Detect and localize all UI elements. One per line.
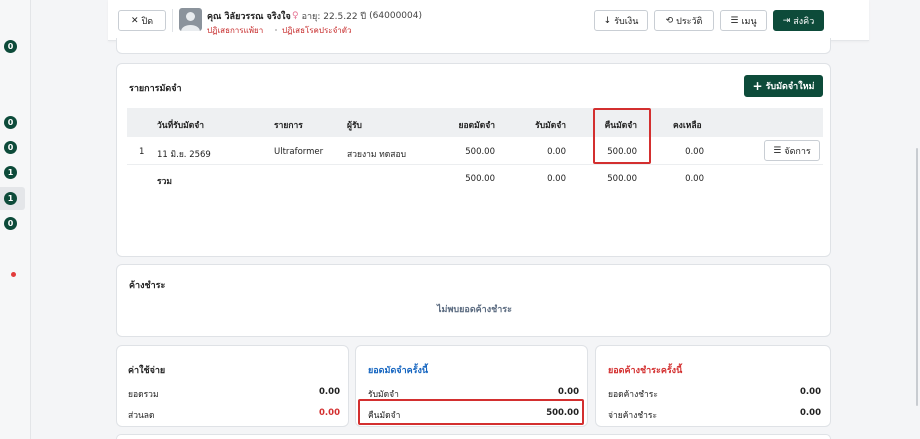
col-item: รายการ [274, 121, 303, 131]
col-date: วันที่รับมัดจำ [157, 121, 205, 131]
total-balance: 0.00 [685, 174, 704, 184]
menu-button[interactable]: ☰ เมนู [720, 10, 767, 31]
patient-name: คุณ วิลัยวรรณ จริงใจ [207, 12, 291, 22]
history-icon: ⟲ [665, 15, 674, 26]
left-rail: 0 0 0 1 1 0 [0, 0, 31, 439]
highlight-box [593, 108, 651, 164]
outstanding-now-card: ยอดค้างชำระครั้งนี้ ยอดค้างชำระ 0.00 จ่า… [595, 345, 831, 427]
col-amount: ยอดมัดจำ [458, 121, 495, 131]
deposit-receive-value: 0.00 [558, 387, 579, 397]
row-receiver: สวยงาม ทดสอบ [347, 150, 406, 160]
rail-badge[interactable]: 0 [4, 217, 17, 230]
menu-icon: ☰ [730, 15, 739, 26]
receive-money-button[interactable]: ↓ รับเงิน [594, 10, 648, 31]
highlight-box [358, 399, 584, 425]
plus-icon: + [752, 79, 763, 93]
expenses-title: ค่าใช้จ่าย [128, 366, 166, 376]
scrollbar[interactable] [914, 0, 920, 439]
patient-hn: (64000004) [369, 11, 422, 21]
total-refunded: 500.00 [607, 174, 637, 184]
outstanding-empty: ไม่พบยอดค้างชำระ [437, 305, 512, 315]
deposits-card: รายการมัดจำ + รับมัดจำใหม่ วันที่รับมัดจ… [116, 63, 831, 257]
send-queue-button[interactable]: ⇥ ส่งคิว [773, 10, 824, 31]
divider [172, 9, 173, 32]
rail-badge[interactable]: 1 [4, 166, 17, 179]
col-received: รับมัดจำ [535, 121, 566, 131]
row-item: Ultraformer [274, 147, 324, 157]
deposits-title: รายการมัดจำ [129, 84, 182, 94]
female-icon: ♀ [292, 11, 299, 21]
separator-dot [275, 29, 277, 31]
close-icon: ✕ [130, 15, 139, 26]
patient-age: อายุ: 22.5.22 ปี [301, 12, 367, 22]
deposits-table-header: วันที่รับมัดจำ รายการ ผู้รับ ยอดมัดจำ รั… [127, 108, 823, 137]
expenses-discount-value: 0.00 [319, 408, 340, 418]
row-received: 0.00 [547, 147, 566, 157]
rail-badge[interactable]: 1 [4, 192, 17, 205]
next-card-edge [116, 434, 831, 439]
row-number: 1 [139, 147, 145, 157]
pay-outstanding-value: 0.00 [800, 408, 821, 418]
outstanding-now-title: ยอดค้างชำระครั้งนี้ [608, 366, 683, 376]
total-received: 0.00 [547, 174, 566, 184]
notification-dot [11, 272, 16, 277]
avatar [179, 8, 202, 31]
expenses-discount-label: ส่วนลด [128, 411, 155, 421]
col-receiver: ผู้รับ [347, 121, 362, 131]
total-label: รวม [157, 177, 172, 187]
close-button[interactable]: ✕ ปิด [118, 10, 166, 31]
expenses-total-label: ยอดรวม [128, 390, 159, 400]
manage-button[interactable]: ☰ จัดการ [764, 140, 820, 161]
menu-icon: ☰ [773, 145, 782, 156]
arrow-down-icon: ↓ [603, 15, 612, 26]
total-amount: 500.00 [465, 174, 495, 184]
patient-info: ♀ อายุ: 22.5.22 ปี (64000004) [292, 9, 422, 23]
table-row: 1 11 มิ.ย. 2569 Ultraformer สวยงาม ทดสอบ… [127, 137, 823, 165]
outstanding-card: ค้างชำระ ไม่พบยอดค้างชำระ [116, 264, 831, 337]
outstanding-title: ค้างชำระ [129, 281, 166, 291]
outstanding-now-label: ยอดค้างชำระ [608, 390, 658, 400]
scrollbar-thumb[interactable] [916, 148, 918, 406]
row-amount: 500.00 [465, 147, 495, 157]
new-deposit-button[interactable]: + รับมัดจำใหม่ [744, 75, 823, 97]
deposit-now-title: ยอดมัดจำครั้งนี้ [368, 366, 429, 376]
rail-badge[interactable]: 0 [4, 141, 17, 154]
pay-outstanding-label: จ่ายค้างชำระ [608, 411, 658, 421]
expenses-card: ค่าใช้จ่าย ยอดรวม 0.00 ส่วนลด 0.00 [116, 345, 349, 427]
rail-badge[interactable]: 0 [4, 116, 17, 129]
rail-badge[interactable]: 0 [4, 40, 17, 53]
exit-icon: ⇥ [782, 15, 791, 26]
history-button[interactable]: ⟲ ประวัติ [654, 10, 714, 31]
patient-header: ✕ ปิด คุณ วิลัยวรรณ จริงใจ ♀ อายุ: 22.5.… [108, 0, 869, 41]
total-row: รวม 500.00 0.00 500.00 0.00 [127, 165, 823, 191]
drug-allergy: ปฏิเสธการแพ้ยา [207, 26, 264, 35]
previous-card [116, 38, 831, 54]
chronic-disease: ปฏิเสธโรคประจำตัว [282, 26, 352, 35]
deposit-now-card: ยอดมัดจำครั้งนี้ รับมัดจำ 0.00 คืนมัดจำ … [355, 345, 588, 427]
row-date: 11 มิ.ย. 2569 [157, 150, 211, 160]
outstanding-now-value: 0.00 [800, 387, 821, 397]
expenses-total-value: 0.00 [319, 387, 340, 397]
main-area: ✕ ปิด คุณ วิลัยวรรณ จริงใจ ♀ อายุ: 22.5.… [31, 0, 920, 439]
col-balance: คงเหลือ [673, 121, 702, 131]
